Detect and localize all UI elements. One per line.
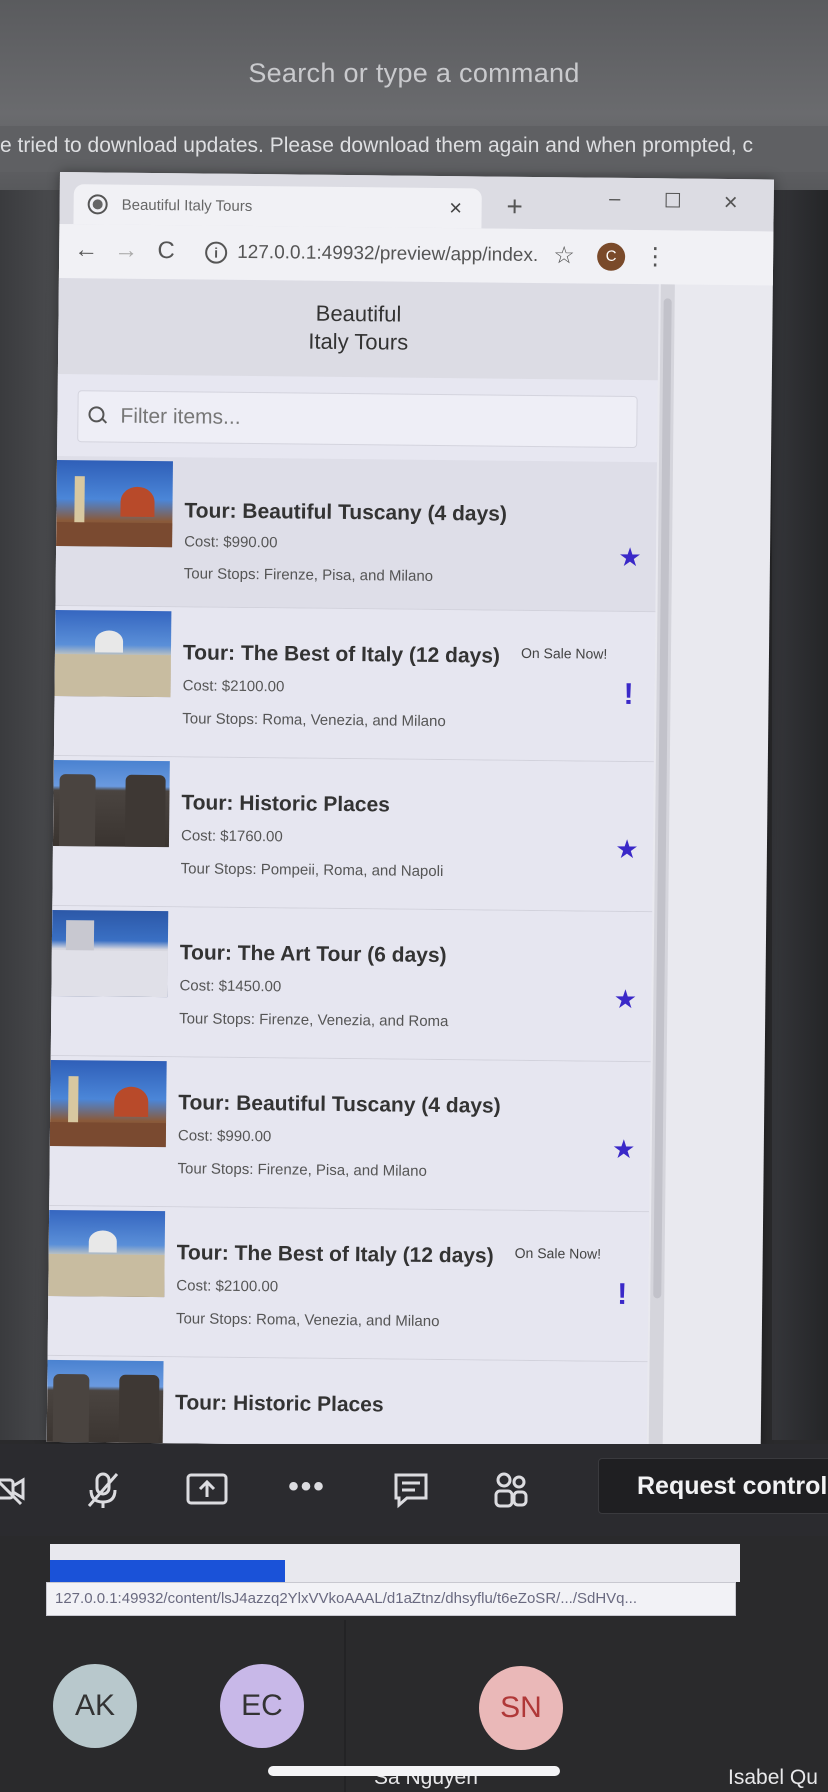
tour-cost: Cost: $2100.00 bbox=[176, 1277, 279, 1296]
star-icon: ★ bbox=[613, 983, 638, 1015]
tour-list-item[interactable]: Tour: Beautiful Tuscany (4 days) Cost: $9… bbox=[55, 455, 657, 613]
close-tab-icon[interactable]: × bbox=[444, 195, 468, 221]
tour-thumbnail bbox=[54, 609, 172, 698]
participant-name: Isabel Qu bbox=[728, 1766, 818, 1789]
bookmark-star-icon[interactable]: ☆ bbox=[549, 241, 579, 270]
close-window-button[interactable]: × bbox=[716, 189, 746, 217]
star-icon: ★ bbox=[618, 541, 642, 573]
tour-title: Tour: Historic Places bbox=[174, 1391, 384, 1417]
app-header: Beautiful Italy Tours bbox=[57, 277, 659, 381]
tour-thumbnail bbox=[51, 909, 169, 998]
tour-list-item[interactable]: Tour: The Best of Italy (12 days) Cost: $… bbox=[53, 605, 656, 763]
participants-icon[interactable] bbox=[486, 1470, 536, 1510]
tour-cost: Cost: $990.00 bbox=[184, 533, 278, 552]
star-icon: ★ bbox=[615, 833, 639, 865]
globe-icon bbox=[87, 194, 108, 215]
tab-title: Beautiful Italy Tours bbox=[121, 196, 253, 215]
tour-list-item[interactable]: Tour: The Art Tour (6 days) Cost: $1450.0… bbox=[50, 905, 653, 1063]
tour-stops: Tour Stops: Pompeii, Roma, and Napoli bbox=[180, 860, 444, 881]
tour-title: Tour: Historic Places bbox=[181, 791, 391, 817]
star-icon: ★ bbox=[611, 1133, 636, 1165]
tab-strip: Beautiful Italy Tours × + – ☐ × bbox=[59, 172, 774, 232]
tour-stops: Tour Stops: Firenze, Pisa, and Milano bbox=[183, 565, 434, 585]
tour-cost: Cost: $2100.00 bbox=[182, 677, 285, 696]
tour-title: Tour: Beautiful Tuscany (4 days) bbox=[184, 499, 507, 526]
sale-badge: On Sale Now! bbox=[520, 644, 608, 662]
tour-stops: Tour Stops: Firenze, Venezia, and Roma bbox=[179, 1010, 449, 1031]
tour-stops: Tour Stops: Roma, Venezia, and Milano bbox=[182, 710, 446, 731]
browser-menu-icon[interactable]: ⋮ bbox=[643, 242, 667, 271]
home-indicator[interactable] bbox=[268, 1766, 560, 1776]
tour-list-item[interactable]: Tour: Historic Places Cost: $1760.00 Tour … bbox=[52, 755, 654, 913]
mic-off-icon[interactable] bbox=[78, 1470, 128, 1510]
profile-avatar[interactable]: C bbox=[596, 242, 626, 271]
tour-thumbnail bbox=[46, 1359, 164, 1448]
more-icon[interactable]: ••• bbox=[282, 1470, 332, 1510]
filter-input[interactable] bbox=[120, 404, 637, 435]
status-url: 127.0.0.1:49932/content/lsJ4azzq2YlxVVko… bbox=[55, 1590, 638, 1607]
share-screen-icon[interactable] bbox=[182, 1470, 232, 1510]
minimize-button[interactable]: – bbox=[600, 188, 630, 211]
tour-thumbnail bbox=[49, 1059, 167, 1148]
tour-list-item[interactable]: Tour: Historic Places bbox=[46, 1355, 648, 1449]
tour-cost: Cost: $1760.00 bbox=[180, 827, 283, 846]
tour-thumbnail bbox=[52, 759, 170, 848]
tour-cost: Cost: $990.00 bbox=[177, 1127, 272, 1146]
participant-avatar-ak[interactable]: AK bbox=[53, 1664, 137, 1748]
loading-progress-bar bbox=[50, 1560, 285, 1582]
update-banner-text: e tried to download updates. Please down… bbox=[0, 134, 754, 157]
browser-window: Beautiful Italy Tours × + – ☐ × ← → C i … bbox=[46, 172, 774, 1450]
address-bar: ← → C i 127.0.0.1:49932/preview/app/inde… bbox=[58, 223, 774, 286]
exclamation-icon: ! bbox=[623, 677, 634, 712]
camera-off-icon[interactable] bbox=[0, 1470, 32, 1510]
tour-stops: Tour Stops: Firenze, Pisa, and Milano bbox=[177, 1160, 427, 1180]
site-info-icon[interactable]: i bbox=[205, 241, 228, 264]
reload-icon[interactable]: C bbox=[151, 237, 181, 265]
tour-title: Tour: The Best of Italy (12 days) bbox=[176, 1241, 494, 1268]
app-title-line2: Italy Tours bbox=[308, 328, 409, 355]
chat-icon[interactable] bbox=[386, 1470, 436, 1510]
app-title-line1: Beautiful bbox=[315, 300, 402, 327]
request-control-button[interactable]: Request control bbox=[598, 1458, 828, 1514]
tour-list: Tour: Beautiful Tuscany (4 days) Cost: $9… bbox=[46, 455, 657, 1449]
tab-beautiful-italy-tours[interactable]: Beautiful Italy Tours × bbox=[73, 184, 482, 229]
forward-arrow-icon[interactable]: → bbox=[111, 237, 141, 265]
tour-title: Tour: The Art Tour (6 days) bbox=[179, 941, 447, 968]
search-icon bbox=[88, 406, 108, 426]
sale-badge: On Sale Now! bbox=[514, 1244, 602, 1262]
tour-title: Tour: The Best of Italy (12 days) bbox=[182, 641, 501, 668]
tour-thumbnail bbox=[56, 459, 173, 548]
meeting-toolbar: ••• Request control bbox=[0, 1444, 828, 1536]
url-field[interactable]: 127.0.0.1:49932/preview/app/index.h bbox=[237, 242, 537, 267]
participant-avatar-sn[interactable]: SN bbox=[479, 1666, 563, 1750]
participant-avatar-ec[interactable]: EC bbox=[220, 1664, 304, 1748]
command-search-bar[interactable]: Search or type a command bbox=[0, 58, 828, 89]
exclamation-icon: ! bbox=[617, 1277, 628, 1312]
tour-list-item[interactable]: Tour: The Best of Italy (12 days) Cost: $… bbox=[47, 1205, 650, 1363]
filter-searchbar[interactable] bbox=[77, 390, 638, 449]
page-viewport: Beautiful Italy Tours Tour: Beautiful Tu… bbox=[46, 277, 659, 1449]
maximize-button[interactable]: ☐ bbox=[658, 188, 688, 213]
tour-cost: Cost: $1450.00 bbox=[179, 977, 282, 996]
back-arrow-icon[interactable]: ← bbox=[71, 236, 101, 264]
new-tab-button[interactable]: + bbox=[499, 191, 529, 223]
browser-status-bar: 127.0.0.1:49932/content/lsJ4azzq2YlxVVko… bbox=[46, 1582, 736, 1616]
tour-stops: Tour Stops: Roma, Venezia, and Milano bbox=[175, 1310, 440, 1331]
tour-list-item[interactable]: Tour: Beautiful Tuscany (4 days) Cost: $9… bbox=[49, 1055, 651, 1213]
tour-title: Tour: Beautiful Tuscany (4 days) bbox=[178, 1091, 501, 1118]
right-backdrop bbox=[772, 190, 828, 1440]
tour-thumbnail bbox=[48, 1209, 166, 1298]
